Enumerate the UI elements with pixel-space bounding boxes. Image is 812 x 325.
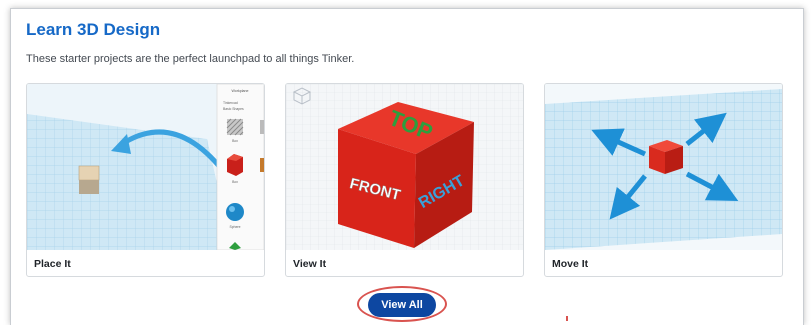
move-it-thumbnail bbox=[545, 84, 782, 250]
card-label: View It bbox=[293, 258, 327, 270]
shape-item-label: Box bbox=[232, 139, 238, 143]
card-place-it[interactable]: Workplane Tinkercad Basic Shapes Box Box… bbox=[26, 83, 265, 277]
card-move-it[interactable]: Move It bbox=[544, 83, 783, 277]
shapes-panel-category: Tinkercad bbox=[223, 101, 238, 105]
section-subtitle: These starter projects are the perfect l… bbox=[26, 53, 355, 65]
cursor-mark bbox=[566, 316, 568, 321]
card-label: Place It bbox=[34, 258, 71, 270]
card-view-it[interactable]: TOP FRONT RIGHT View It bbox=[285, 83, 524, 277]
view-all-button[interactable]: View All bbox=[368, 293, 436, 317]
view-it-thumbnail: TOP FRONT RIGHT bbox=[286, 84, 523, 250]
card-label: Move It bbox=[552, 258, 589, 270]
shape-item-label: Sphere bbox=[230, 225, 241, 229]
shape-item-label: Box bbox=[232, 180, 238, 184]
shapes-panel-subcategory: Basic Shapes bbox=[223, 107, 244, 111]
shapes-panel-heading: Workplane bbox=[231, 89, 248, 93]
section-title: Learn 3D Design bbox=[26, 20, 161, 39]
place-it-thumbnail: Workplane Tinkercad Basic Shapes Box Box… bbox=[27, 84, 264, 250]
